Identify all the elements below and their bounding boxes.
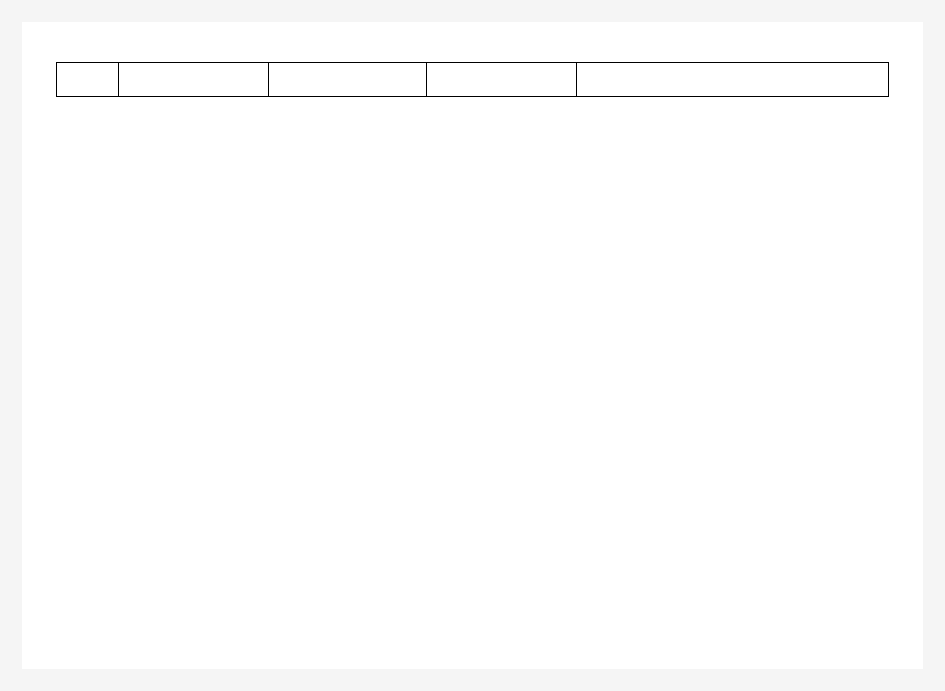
table-cell [427,63,577,97]
table-row [57,63,889,97]
data-table [56,62,889,97]
table-cell [57,63,119,97]
table-cell [269,63,427,97]
table-cell [119,63,269,97]
document-page [22,22,923,669]
table-cell [576,63,888,97]
